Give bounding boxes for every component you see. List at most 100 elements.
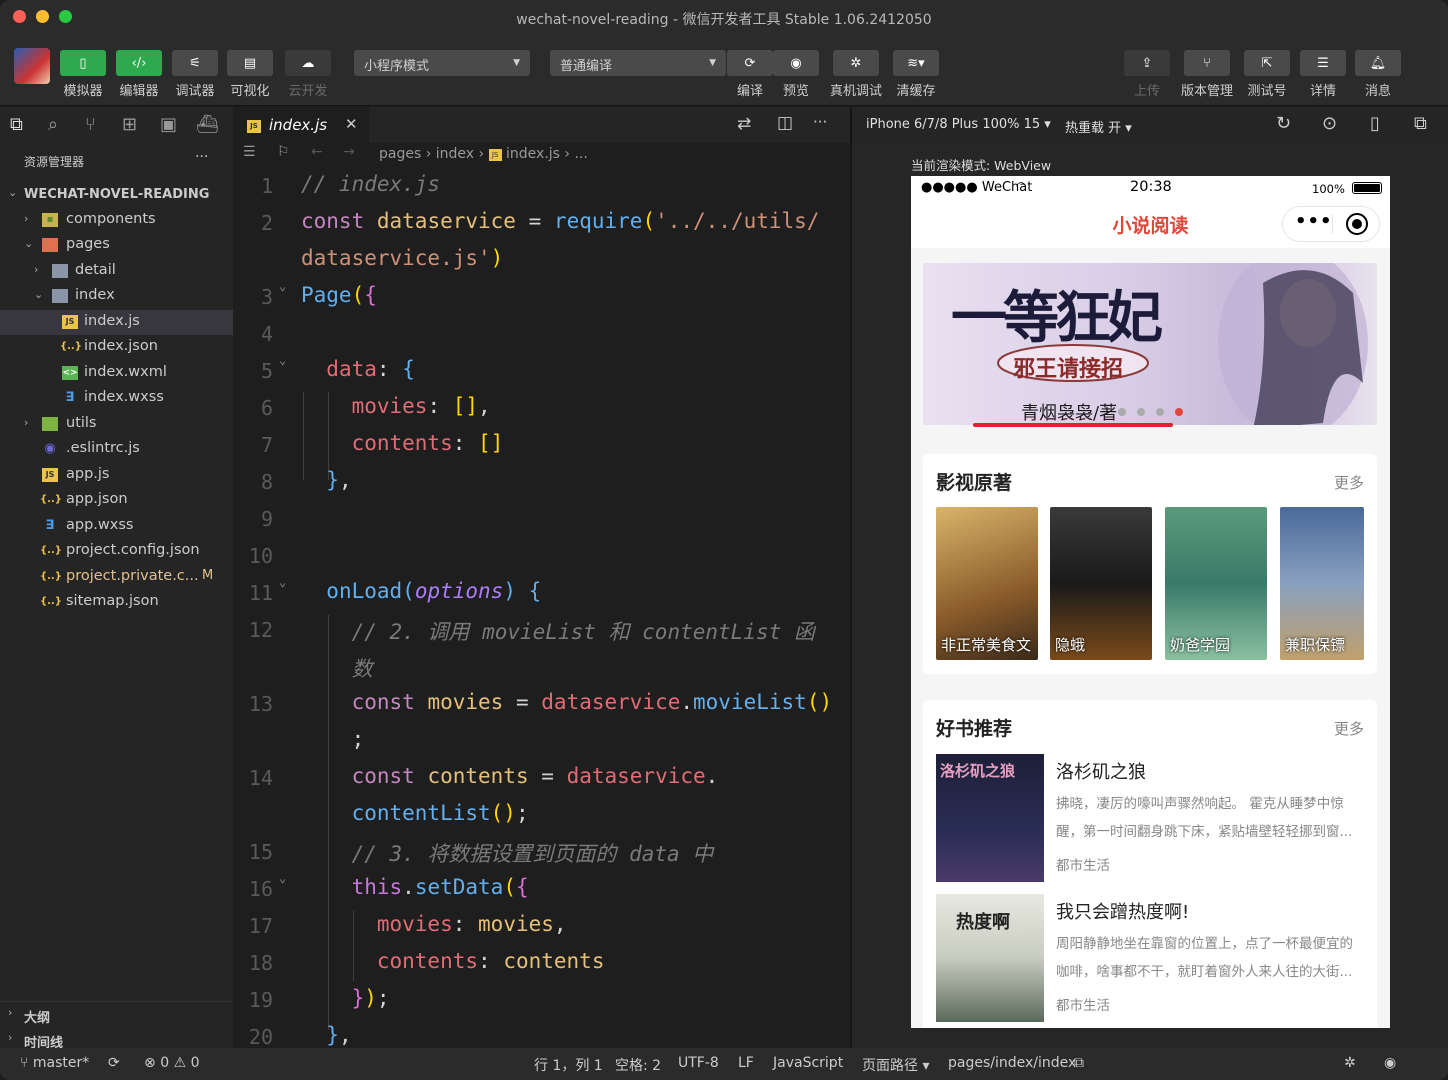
tree-item-detail[interactable]: › detail	[0, 259, 233, 284]
more-icon[interactable]: ···	[813, 113, 827, 131]
breadcrumb-more[interactable]: ...	[574, 146, 587, 162]
tab-index-js[interactable]: JS index.js ✕	[233, 107, 369, 143]
refresh-icon[interactable]: ↻	[1276, 113, 1291, 134]
tree-item-components[interactable]: › ▪ components	[0, 208, 233, 233]
book-cover[interactable]: 兼职保镖	[1280, 507, 1364, 660]
carousel-dot[interactable]	[1118, 408, 1126, 416]
tree-item-index-js[interactable]: JS index.js	[0, 310, 233, 335]
storage-icon[interactable]: ▣	[160, 114, 177, 135]
messages-button[interactable]: 🔔︎ 消息	[1355, 50, 1401, 99]
breadcrumb-file[interactable]: index.js	[506, 146, 560, 162]
split-editor-icon[interactable]: ◫	[777, 113, 793, 133]
files-icon[interactable]: ⧉	[10, 114, 23, 135]
eye-icon[interactable]: ◉	[1384, 1055, 1396, 1071]
indentation[interactable]: 空格: 2	[615, 1055, 661, 1075]
simulator-button[interactable]: ▯ 模拟器	[60, 50, 106, 99]
tree-item-app-json[interactable]: {..} app.json	[0, 488, 233, 513]
close-miniprogram-icon[interactable]	[1346, 213, 1368, 235]
clear-cache-button[interactable]: ≋▾ 清缓存	[893, 50, 939, 99]
carousel-dot[interactable]	[1156, 408, 1164, 416]
source-control-icon[interactable]: ⑂	[85, 114, 96, 135]
bookmark-icon[interactable]: ⚐	[277, 144, 290, 160]
remote-debug-button[interactable]: ✲ 真机调试	[828, 50, 884, 99]
list-icon[interactable]: ☰	[243, 144, 256, 160]
tree-item-eslintrc[interactable]: ◉ .eslintrc.js	[0, 437, 233, 462]
encoding[interactable]: UTF-8	[678, 1055, 719, 1071]
tree-item-app-wxss[interactable]: ∃ app.wxss	[0, 514, 233, 539]
close-icon[interactable]: ✕	[345, 115, 358, 133]
forward-icon[interactable]: →	[343, 144, 355, 160]
device-icon[interactable]: ▯	[1370, 113, 1380, 134]
book-cover: 热度啊	[936, 894, 1044, 1022]
book-cover[interactable]: 非正常美食文	[936, 507, 1038, 660]
breadcrumb-pages[interactable]: pages	[379, 146, 421, 162]
cloud-dev-button[interactable]: ☁ 云开发	[285, 50, 331, 99]
chevron-right-icon: ›	[34, 263, 39, 276]
editor-button[interactable]: ‹/› 编辑器	[116, 50, 162, 99]
compare-icon[interactable]: ⇄	[737, 114, 751, 134]
page-path-select[interactable]: 页面路径 ▾	[862, 1055, 929, 1075]
more-icon[interactable]: ···	[195, 149, 208, 165]
hot-reload-toggle[interactable]: 热重载 开 ▾	[1065, 117, 1132, 136]
tree-item-index-folder[interactable]: ⌄ index	[0, 284, 233, 309]
compile-button[interactable]: ⟳ 编译	[727, 50, 773, 99]
upload-button[interactable]: ⇪ 上传	[1124, 50, 1170, 99]
version-control-button[interactable]: ⑂ 版本管理	[1179, 50, 1235, 99]
fold-icon[interactable]: ⌄	[279, 575, 286, 589]
copy-icon[interactable]: ⧉	[1074, 1055, 1084, 1071]
folder-icon	[52, 264, 68, 278]
banner-carousel[interactable]: 一等狂妃 邪王请接招 青烟袅袅/著	[923, 263, 1377, 429]
more-icon[interactable]: •••	[1295, 211, 1333, 232]
docker-icon[interactable]: ⛴	[196, 114, 219, 135]
mode-select[interactable]: 小程序模式 ▼	[354, 50, 530, 76]
fold-icon[interactable]: ⌄	[279, 871, 286, 885]
json-file-icon: {..}	[40, 494, 62, 505]
branch-indicator[interactable]: ⑂ master*	[20, 1055, 89, 1071]
tree-item-app-js[interactable]: JS app.js	[0, 463, 233, 488]
carousel-dot-active[interactable]	[1175, 408, 1183, 416]
visual-button[interactable]: ▤ 可视化	[227, 50, 273, 99]
breadcrumb-index[interactable]: index	[436, 146, 474, 162]
tree-item-sitemap[interactable]: {..} sitemap.json	[0, 590, 233, 615]
code-editor[interactable]: 1 2 3 4 5 6 7 8 9 10 11 12 13 14 15 16 1…	[233, 167, 850, 1049]
tree-item-pages[interactable]: ⌄ pages	[0, 233, 233, 258]
cursor-position[interactable]: 行 1，列 1	[534, 1055, 603, 1075]
tree-item-utils[interactable]: › utils	[0, 412, 233, 437]
debugger-button[interactable]: ⚟ 调试器	[172, 50, 218, 99]
search-icon[interactable]: ⌕	[48, 114, 58, 135]
tree-item-index-wxss[interactable]: ∃ index.wxss	[0, 386, 233, 411]
detach-window-icon[interactable]: ⧉	[1414, 113, 1427, 134]
js-file-icon: JS	[62, 315, 78, 329]
line-ending[interactable]: LF	[738, 1055, 754, 1071]
details-button[interactable]: ☰ 详情	[1300, 50, 1346, 99]
carousel-dot[interactable]	[1137, 408, 1145, 416]
language-mode[interactable]: JavaScript	[773, 1055, 843, 1071]
sync-icon[interactable]: ⟳	[108, 1055, 120, 1071]
back-icon[interactable]: ←	[311, 144, 323, 160]
extensions-icon[interactable]: ⊞	[122, 114, 137, 135]
more-link[interactable]: 更多	[1334, 472, 1364, 493]
tree-item-index-json[interactable]: {..} index.json	[0, 335, 233, 360]
more-link[interactable]: 更多	[1334, 718, 1364, 739]
outline-section[interactable]: › 大纲	[0, 1001, 233, 1026]
fold-icon[interactable]: ⌄	[279, 279, 286, 293]
tree-item-index-wxml[interactable]: <> index.wxml	[0, 361, 233, 386]
tree-item-project-config[interactable]: {..} project.config.json	[0, 539, 233, 564]
test-account-button[interactable]: ⇱ 测试号	[1244, 50, 1290, 99]
compile-mode-select[interactable]: 普通编译 ▼	[550, 50, 726, 76]
preview-button[interactable]: ◉ 预览	[773, 50, 819, 99]
problems-indicator[interactable]: ⊗ 0 ⚠ 0	[144, 1055, 200, 1071]
breadcrumb: ☰ ⚐ ← → pages › index › JS index.js › ..…	[233, 143, 850, 167]
book-cover[interactable]: 隐蛾	[1050, 507, 1152, 660]
avatar[interactable]	[14, 48, 50, 84]
tree-item-project-private[interactable]: {..} project.private.c... M	[0, 565, 233, 590]
book-cover[interactable]: 奶爸学园	[1165, 507, 1267, 660]
record-icon[interactable]: ⊙	[1322, 113, 1337, 134]
project-root[interactable]: ⌄ WECHAT-NOVEL-READING	[0, 182, 233, 207]
bug-icon[interactable]: ✲	[1344, 1055, 1356, 1071]
phone-screen: ●●●●● WeChat ◠ 20:38 100% 小说阅读 ••• 一等狂妃 …	[911, 176, 1390, 1028]
list-item[interactable]: 热度啊 我只会蹭热度啊! 周阳静静地坐在靠窗的位置上，点了一杯最便宜的咖啡，啥事…	[936, 894, 1366, 1022]
fold-icon[interactable]: ⌄	[279, 353, 286, 367]
device-select[interactable]: iPhone 6/7/8 Plus 100% 15 ▾	[866, 117, 1051, 132]
list-item[interactable]: 洛杉矶之狼 洛杉矶之狼 拂晓，凄厉的嚎叫声骤然响起。 霍克从睡梦中惊醒，第一时间…	[936, 754, 1366, 882]
